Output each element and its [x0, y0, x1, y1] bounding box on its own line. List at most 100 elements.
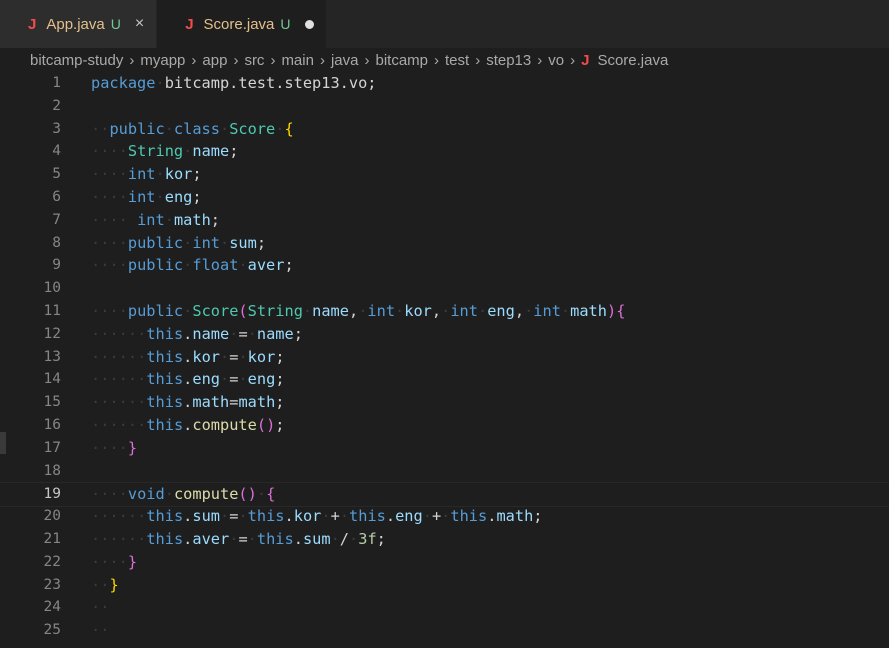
code-line[interactable]: 21 ······this.aver·=·this.sum·/·3f; [0, 528, 889, 551]
code-line[interactable]: 6 ····int·eng; [0, 186, 889, 209]
code-line[interactable]: 11 ····public·Score(String·name,·int·kor,… [0, 300, 889, 323]
java-file-icon: J [28, 15, 37, 33]
code-line[interactable]: 16 ······this.compute(); [0, 414, 889, 437]
breadcrumb-item[interactable]: vo [548, 52, 564, 69]
code-line[interactable]: 9 ····public·float·aver; [0, 254, 889, 277]
tab-score-java[interactable]: J Score.java U [157, 0, 327, 48]
breadcrumb-item[interactable]: bitcamp [375, 52, 428, 69]
code-line[interactable]: 1 package·bitcamp.test.step13.vo; [0, 72, 889, 95]
breadcrumb-item[interactable]: step13 [486, 52, 531, 69]
code-text: ······this.math=math; [91, 393, 285, 412]
breadcrumb-item[interactable]: app [202, 52, 227, 69]
chevron-right-icon: › [270, 51, 276, 69]
breadcrumb-file[interactable]: Score.java [597, 52, 668, 69]
line-number: 10 [43, 280, 61, 297]
chevron-right-icon: › [434, 51, 440, 69]
code-text: package·bitcamp.test.step13.vo; [91, 74, 377, 92]
code-text: ····} [91, 438, 138, 457]
code-text: ·· [91, 621, 110, 640]
line-number: 16 [43, 417, 61, 433]
chevron-right-icon: › [129, 51, 135, 69]
line-number: 7 [52, 211, 61, 228]
line-number: 25 [43, 622, 61, 639]
code-line[interactable]: 20 ······this.sum·=·this.kor·+·this.eng·+… [0, 505, 889, 528]
breadcrumb: bitcamp-study › myapp › app › src › main › java › bi… [0, 48, 889, 72]
line-number: 4 [52, 143, 61, 160]
code-line[interactable]: 25 ·· [0, 619, 889, 642]
breadcrumb-item[interactable]: src [244, 52, 264, 69]
line-number: 19 [43, 486, 61, 503]
code-line[interactable]: 10 [0, 277, 889, 300]
code-text: ····} [91, 552, 138, 571]
code-line[interactable]: 18 [0, 460, 889, 483]
line-number: 1 [52, 75, 61, 91]
unsaved-dot-icon[interactable] [304, 19, 314, 29]
code-line[interactable]: 13 ······this.kor·=·kor; [0, 346, 889, 369]
code-text: ····public·int·sum; [91, 233, 267, 252]
code-line[interactable]: 15 ······this.math=math; [0, 391, 889, 414]
code-line[interactable]: 14 ······this.eng·=·eng; [0, 368, 889, 391]
code-line[interactable]: 5 ····int·kor; [0, 163, 889, 186]
tab-bar: J App.java U × J Score.java U [0, 0, 889, 48]
line-number: 12 [43, 325, 61, 342]
code-line[interactable]: 3 ··public·class·Score·{ [0, 118, 889, 141]
breadcrumb-item[interactable]: main [281, 52, 314, 69]
close-icon[interactable]: × [135, 15, 144, 33]
code-text: ···· int·math; [91, 210, 221, 229]
code-line[interactable]: 23 ··} [0, 574, 889, 597]
code-line[interactable]: 4 ····String·name; [0, 140, 889, 163]
code-text: ······this.sum·=·this.kor·+·this.eng·+·t… [91, 507, 543, 526]
line-number: 21 [43, 531, 61, 547]
breadcrumb-item[interactable]: java [331, 52, 359, 69]
chevron-right-icon: › [233, 51, 239, 69]
chevron-right-icon: › [191, 51, 197, 69]
tab-app-java[interactable]: J App.java U × [0, 0, 158, 48]
code-line[interactable]: 2 [0, 95, 889, 118]
code-text: ······this.name·=·name; [91, 324, 303, 343]
line-number: 2 [52, 97, 61, 114]
java-file-icon: J [581, 51, 590, 69]
line-number: 24 [43, 599, 61, 616]
code-editor[interactable]: 1 package·bitcamp.test.step13.vo; 2 3 ··publ… [0, 72, 889, 648]
line-number: 3 [52, 120, 61, 137]
code-text: ····int·eng; [91, 188, 202, 206]
chevron-right-icon: › [319, 51, 325, 69]
code-text: ··public·class·Score·{ [91, 119, 294, 138]
untracked-badge: U [280, 16, 291, 32]
code-line[interactable]: 12 ······this.name·=·name; [0, 323, 889, 346]
line-number: 5 [52, 166, 61, 183]
line-number: 15 [43, 394, 61, 411]
code-line[interactable]: 7 ···· int·math; [0, 209, 889, 232]
code-text: ····public·float·aver; [91, 256, 294, 275]
breadcrumb-item[interactable]: test [445, 52, 469, 69]
line-number: 11 [43, 303, 61, 319]
code-line[interactable]: 17 ····} [0, 437, 889, 460]
chevron-right-icon: › [537, 51, 543, 69]
code-text: ······this.kor·=·kor; [91, 347, 285, 366]
breadcrumb-item[interactable]: myapp [140, 52, 185, 69]
code-line[interactable]: 19 ····void·compute()·{ [0, 482, 889, 508]
line-number: 22 [43, 553, 61, 570]
code-text: ······this.aver·=·this.sum·/·3f; [91, 530, 386, 548]
chevron-right-icon: › [364, 51, 370, 69]
line-number: 17 [43, 439, 61, 456]
line-number: 20 [43, 508, 61, 525]
line-number: 6 [52, 189, 61, 205]
chevron-right-icon: › [475, 51, 481, 69]
tab-label: App.java [46, 15, 105, 33]
untracked-badge: U [110, 16, 121, 32]
code-line[interactable]: 22 ····} [0, 551, 889, 574]
code-text: ······this.compute(); [91, 416, 285, 434]
line-number: 9 [52, 257, 61, 274]
breadcrumb-item[interactable]: bitcamp-study [30, 52, 123, 69]
line-number: 18 [43, 462, 61, 479]
code-line[interactable]: 8 ····public·int·sum; [0, 232, 889, 255]
code-line[interactable]: 24 ·· [0, 596, 889, 619]
code-text: ··} [91, 575, 119, 594]
code-text: ····void·compute()·{ [91, 485, 276, 504]
code-text: ····public·Score(String·name,·int·kor,·i… [91, 302, 626, 320]
line-number: 13 [43, 348, 61, 365]
code-text: ····String·name; [91, 142, 239, 161]
tab-label: Score.java [203, 15, 275, 33]
code-text: ····int·kor; [91, 165, 202, 184]
